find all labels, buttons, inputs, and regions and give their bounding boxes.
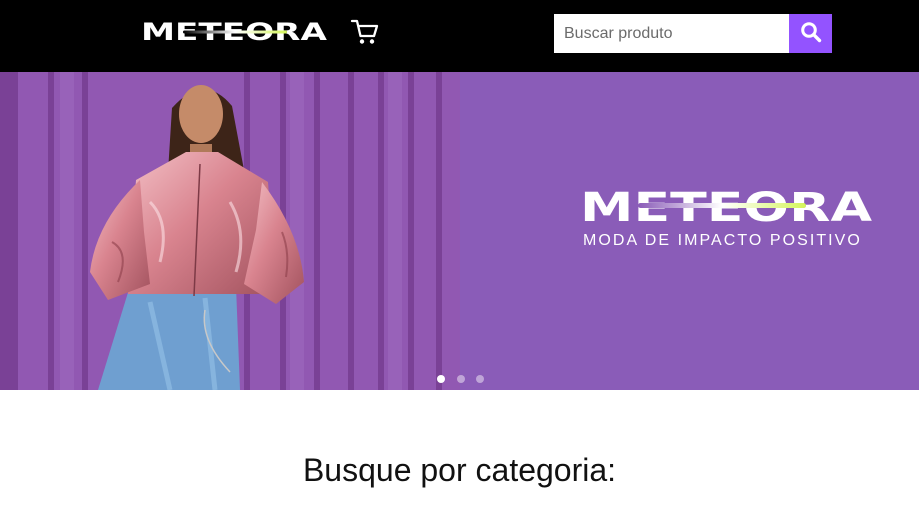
meteora-logo[interactable]: METEORA [141, 17, 327, 47]
banner-tagline: MODA DE IMPACTO POSITIVO [583, 232, 862, 249]
carousel-dot-1[interactable] [437, 375, 445, 383]
search-bar [554, 14, 832, 53]
search-button[interactable] [789, 14, 832, 53]
carousel-dot-3[interactable] [476, 375, 484, 383]
shopping-cart-icon[interactable] [350, 18, 380, 46]
search-input[interactable] [554, 14, 789, 53]
hero-carousel[interactable]: METEORA MODA DE IMPACTO POSITIVO [0, 72, 919, 390]
search-icon [800, 21, 822, 46]
carousel-indicators [437, 375, 487, 385]
banner-photo [0, 72, 460, 390]
banner-meteora-logo: METEORA [580, 185, 872, 228]
carousel-dot-2[interactable] [457, 375, 465, 383]
top-navbar: METEORA [0, 0, 919, 72]
banner-promo-panel: METEORA MODA DE IMPACTO POSITIVO [460, 72, 919, 390]
category-section-title: Busque por categoria: [302, 452, 617, 488]
